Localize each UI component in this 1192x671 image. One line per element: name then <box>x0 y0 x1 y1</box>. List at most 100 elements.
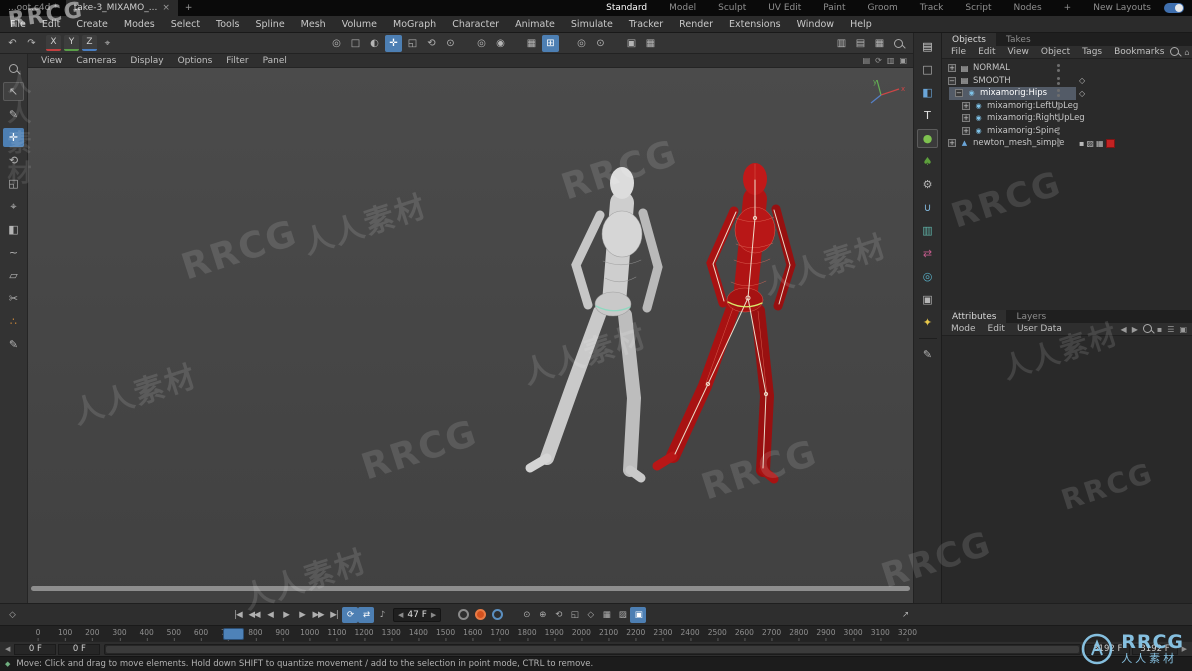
object-label[interactable]: SMOOTH <box>973 76 1011 86</box>
visibility-dots[interactable] <box>1057 114 1060 122</box>
object-label[interactable]: mixamorig:Spine <box>987 126 1059 136</box>
rotation-key-icon[interactable]: ⟲ <box>550 607 566 623</box>
cube-icon[interactable]: ◧ <box>917 83 938 102</box>
menu-item[interactable]: Help <box>842 19 880 30</box>
paint-tool-icon[interactable]: ∴ <box>3 312 24 331</box>
plane-icon[interactable]: □ <box>917 60 938 79</box>
current-frame-field[interactable]: ◀ 47 F ▶ <box>393 607 442 622</box>
preview-end-field[interactable]: 3192 F <box>1085 643 1131 655</box>
layout-item[interactable]: Nodes <box>1002 3 1052 13</box>
workplane-icon[interactable]: ◎ <box>473 35 490 52</box>
menu-item[interactable]: Edit <box>34 19 68 30</box>
play-icon[interactable]: ▶ <box>278 607 294 623</box>
axis-lock-button[interactable]: X <box>46 35 61 51</box>
move-tool-icon[interactable]: ✛ <box>385 34 402 52</box>
pen-tool-icon[interactable]: ✎ <box>3 105 24 124</box>
range-start-field[interactable]: 0 F <box>14 643 57 655</box>
record-button[interactable] <box>475 609 487 620</box>
expander-icon[interactable]: + <box>948 64 956 73</box>
objects-menu-item[interactable]: Bookmarks <box>1108 47 1170 57</box>
rotate-tool-icon[interactable]: ⟲ <box>423 35 440 52</box>
viewport-hscrollbar[interactable] <box>31 586 910 591</box>
exchange-icon[interactable]: ⇄ <box>917 244 938 263</box>
rotate-tool-icon[interactable]: ⟲ <box>3 151 24 170</box>
modeling-settings-icon[interactable]: ⊙ <box>592 35 609 52</box>
layout-a-icon[interactable]: ▥ <box>833 35 850 52</box>
objects-menu-item[interactable]: View <box>1002 47 1035 57</box>
pla-key-icon[interactable]: ▨ <box>614 607 630 623</box>
take-marker-icon[interactable]: ◇ <box>1079 87 1085 100</box>
scale-tool-icon[interactable]: ◱ <box>3 174 24 193</box>
environment-icon[interactable]: ◎ <box>917 267 938 286</box>
text-tool-icon[interactable]: T <box>917 106 938 125</box>
menu-item[interactable]: Animate <box>507 19 563 30</box>
axis-lock-button[interactable]: Z <box>82 35 97 51</box>
record-position-button[interactable] <box>458 609 470 620</box>
expander-icon[interactable]: + <box>948 139 956 148</box>
dopesheet-icon[interactable]: ▦ <box>598 607 614 623</box>
scale-key-icon[interactable]: ◱ <box>566 607 582 623</box>
tree-row-mixamorig-hips[interactable]: − ◉ mixamorig:Hips ◇ <box>942 87 1192 100</box>
tree-row-newton-mesh-simple[interactable]: + ▲ newton_mesh_simple ▪ ▨ ▦ <box>942 137 1192 150</box>
frame-decrement-icon[interactable]: ◀ <box>398 611 403 619</box>
weight-tag-icon[interactable]: ▦ <box>1096 139 1104 148</box>
render-settings-icon[interactable]: ▦ <box>642 35 659 52</box>
keyframe-icon[interactable]: ◇ <box>4 607 20 623</box>
snap-icon[interactable]: ⊞ <box>542 34 559 52</box>
range-slider-thumb[interactable] <box>106 645 1080 653</box>
search-icon[interactable] <box>1142 323 1152 335</box>
home-icon[interactable]: ⌂ <box>1184 48 1189 57</box>
document-tab[interactable]: ...oot.c4d * <box>0 0 66 16</box>
layout-item[interactable]: Script <box>954 3 1002 13</box>
mesh-edit-icon[interactable]: ◧ <box>3 220 24 239</box>
menu-item[interactable]: Mesh <box>293 19 334 30</box>
magnifier-icon[interactable] <box>3 59 24 78</box>
layout-item[interactable]: Sculpt <box>707 3 757 13</box>
objects-menu-item[interactable]: Edit <box>972 47 1001 57</box>
time-icon[interactable]: ⊙ <box>518 607 534 623</box>
burger-menu-icon[interactable]: ☰ <box>1167 325 1174 334</box>
axis-mode-icon[interactable]: ◉ <box>492 35 509 52</box>
range-end-field[interactable]: 3192 F <box>1132 643 1178 655</box>
panel-tab[interactable]: Layers <box>1006 310 1056 323</box>
material-tag-red[interactable] <box>1105 138 1115 148</box>
menu-item[interactable]: Modes <box>116 19 163 30</box>
history-forward-icon[interactable]: ▶ <box>1132 325 1138 334</box>
object-label[interactable]: NORMAL <box>973 63 1010 73</box>
object-label[interactable]: mixamorig:RightUpLeg <box>987 113 1085 123</box>
range-left-icon[interactable]: ◀ <box>3 645 12 653</box>
viewport-menu-item[interactable]: Panel <box>256 56 294 66</box>
pencil-icon[interactable]: ✎ <box>917 345 938 364</box>
document-tab-active[interactable]: take-3_MIXAMO_... × <box>65 0 178 16</box>
loop-mode-icon[interactable]: ⟳ <box>342 606 358 623</box>
lock-icon[interactable]: ▪ <box>1157 325 1162 334</box>
menu-item[interactable]: Spline <box>247 19 292 30</box>
coord-system-icon[interactable]: ⌖ <box>99 35 116 52</box>
viewport-menu-item[interactable]: View <box>34 56 69 66</box>
expander-icon[interactable]: − <box>948 76 956 85</box>
menu-item[interactable]: Create <box>68 19 116 30</box>
visibility-dots[interactable] <box>1057 126 1060 135</box>
prev-key-icon[interactable]: ◀◀ <box>246 607 262 623</box>
layout-item[interactable]: Standard <box>595 3 658 13</box>
take-marker-icon[interactable]: ◇ <box>1079 75 1085 88</box>
layout-item[interactable]: Groom <box>857 3 909 13</box>
next-frame-icon[interactable]: ▶ <box>294 607 310 623</box>
axis-lock-button[interactable]: Y <box>64 35 79 51</box>
axis-tool-icon[interactable]: ⌖ <box>3 197 24 216</box>
close-tab-icon[interactable]: × <box>162 3 170 13</box>
viewport-layout-icon[interactable]: ▤ <box>863 56 871 65</box>
layout-item[interactable]: Model <box>658 3 707 13</box>
viewport-cycle-icon[interactable]: ⟳ <box>875 56 882 65</box>
expander-icon[interactable]: + <box>962 114 970 123</box>
layout-item[interactable]: Track <box>909 3 955 13</box>
layout-c-icon[interactable]: ▦ <box>871 35 888 52</box>
spline-tool-icon[interactable]: ~ <box>3 243 24 262</box>
history-back-icon[interactable]: ◀ <box>1121 325 1127 334</box>
panel-tab[interactable]: Objects <box>942 33 997 46</box>
menu-item[interactable]: Extensions <box>721 19 789 30</box>
new-document-tab-button[interactable]: + <box>178 3 200 13</box>
search-icon[interactable] <box>1170 46 1180 58</box>
expander-icon[interactable]: + <box>962 101 970 110</box>
shape-tool-icon[interactable]: ▱ <box>3 266 24 285</box>
